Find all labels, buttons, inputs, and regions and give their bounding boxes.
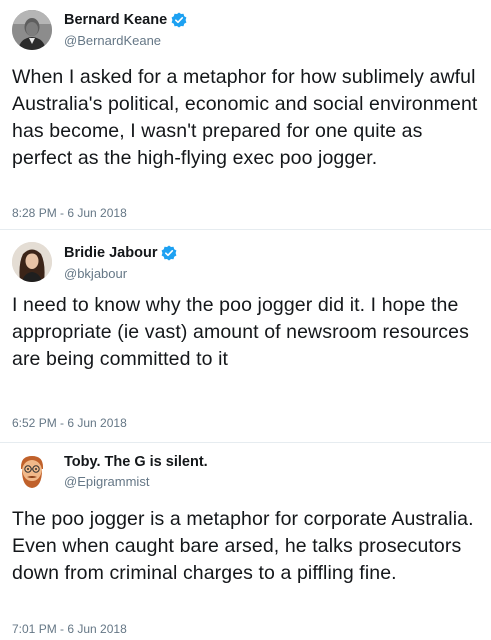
tweet-text: When I asked for a metaphor for how subl…: [12, 66, 478, 169]
verified-badge-icon: [171, 12, 187, 28]
handle[interactable]: @bkjabour: [64, 266, 127, 281]
handle[interactable]: @Epigrammist: [64, 474, 149, 489]
woman-dark-hair-photo-avatar: [12, 242, 52, 282]
tweet-2: Bridie Jabour @bkjabour I need to know w…: [0, 230, 491, 442]
timestamp[interactable]: 8:28 PM - 6 Jun 2018: [12, 206, 127, 220]
display-name[interactable]: Bridie Jabour: [64, 245, 157, 261]
tweet-text: The poo jogger is a metaphor for corpora…: [12, 508, 474, 584]
verified-badge-icon: [161, 245, 177, 261]
tweet-text: I need to know why the poo jogger did it…: [12, 294, 469, 370]
avatar[interactable]: [12, 242, 52, 282]
tweet-1: Bernard Keane @BernardKeane When I asked…: [0, 0, 491, 230]
man-grayscale-photo-avatar: [12, 10, 52, 50]
avatar[interactable]: [12, 451, 52, 491]
bearded-cartoon-emoji-avatar: [12, 451, 52, 491]
timestamp[interactable]: 7:01 PM - 6 Jun 2018: [12, 622, 127, 636]
name-row: Bernard Keane: [64, 12, 187, 28]
tweet-3: Toby. The G is silent. @Epigrammist The …: [0, 443, 491, 640]
timestamp[interactable]: 6:52 PM - 6 Jun 2018: [12, 416, 127, 430]
display-name[interactable]: Bernard Keane: [64, 12, 167, 28]
name-row: Bridie Jabour: [64, 245, 177, 261]
name-row: Toby. The G is silent.: [64, 454, 208, 470]
handle[interactable]: @BernardKeane: [64, 33, 161, 48]
display-name[interactable]: Toby. The G is silent.: [64, 454, 208, 470]
avatar[interactable]: [12, 10, 52, 50]
